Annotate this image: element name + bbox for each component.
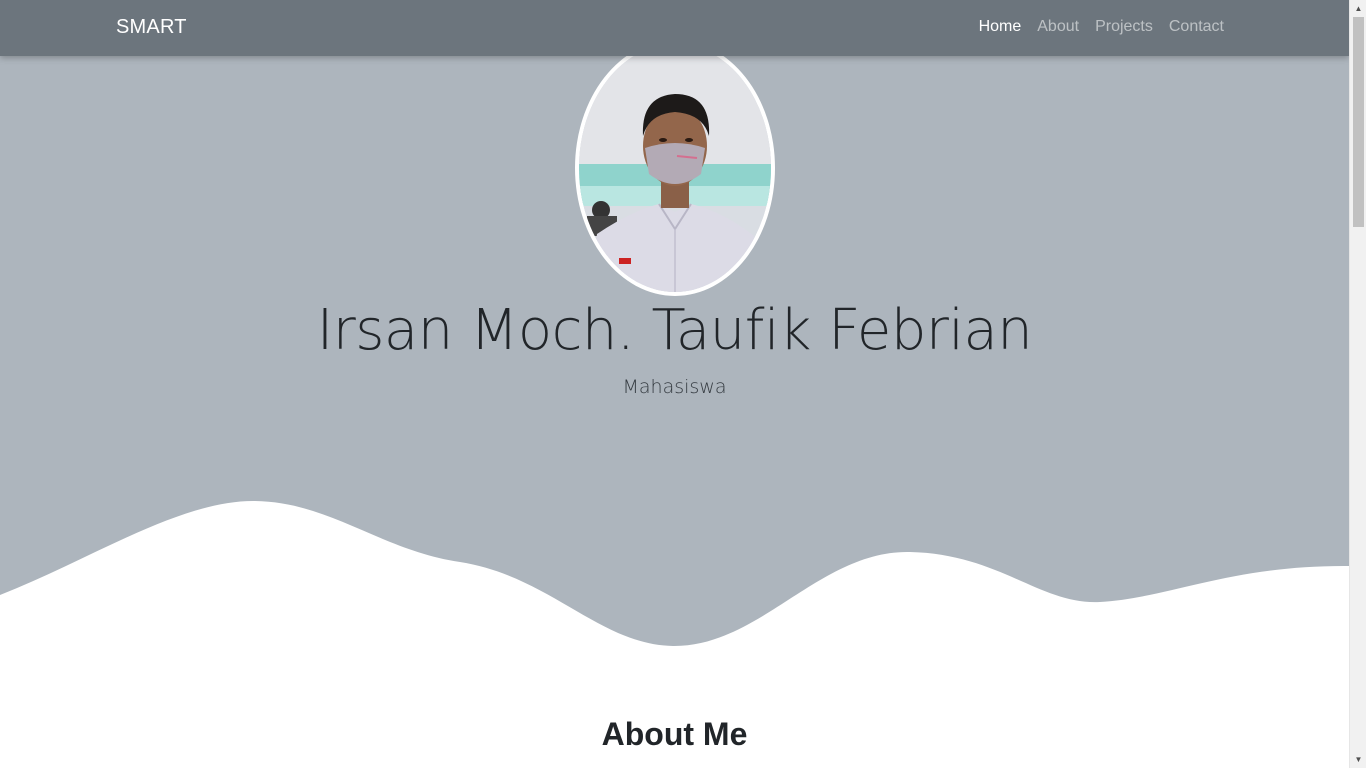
nav-link-contact[interactable]: Contact xyxy=(1169,18,1224,36)
navbar-brand[interactable]: SMART xyxy=(116,16,187,39)
nav-link-about[interactable]: About xyxy=(1037,18,1079,36)
navbar: SMART Home About Projects Contact xyxy=(0,0,1349,56)
nav-links: Home About Projects Contact xyxy=(979,18,1224,36)
about-section-title: About Me xyxy=(601,716,748,752)
scroll-down-arrow-icon[interactable]: ▼ xyxy=(1350,751,1366,768)
profile-photo xyxy=(575,40,775,296)
vertical-scrollbar[interactable]: ▲ ▼ xyxy=(1349,0,1366,768)
page: Irsan Moch. Taufik Febrian Mahasiswa SMA… xyxy=(0,0,1349,768)
scroll-up-arrow-icon[interactable]: ▲ xyxy=(1350,0,1366,17)
hero-wave-divider xyxy=(0,500,1349,680)
nav-link-home[interactable]: Home xyxy=(979,18,1022,36)
hero-role: Mahasiswa xyxy=(622,376,727,398)
hero-name: Irsan Moch. Taufik Febrian xyxy=(316,298,1033,363)
scrollbar-thumb[interactable] xyxy=(1353,17,1364,227)
hero-section: Irsan Moch. Taufik Febrian Mahasiswa xyxy=(0,0,1349,680)
nav-link-projects[interactable]: Projects xyxy=(1095,18,1153,36)
